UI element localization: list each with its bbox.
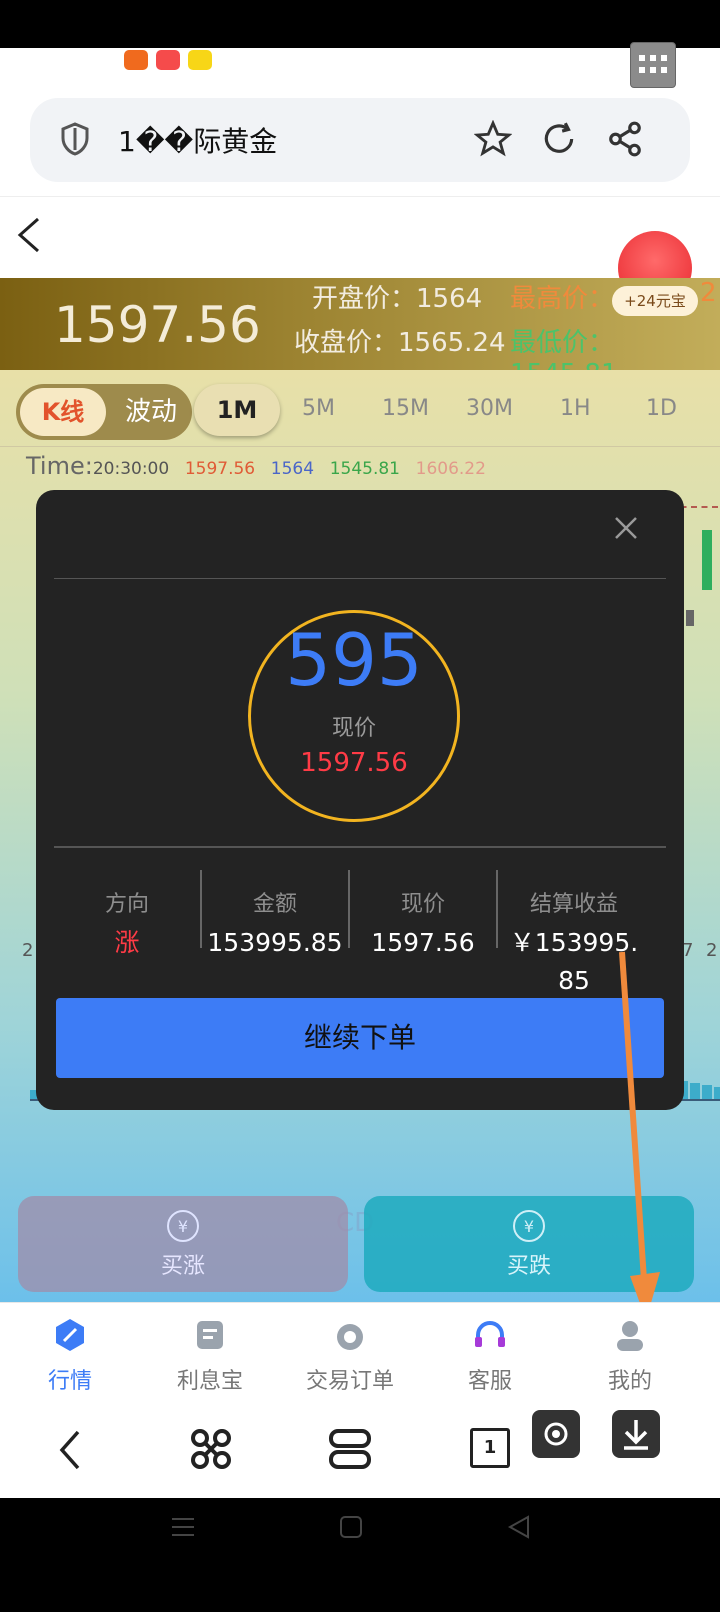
nav-label: 交易订单 bbox=[305, 1369, 394, 1394]
shortcuts-icon[interactable] bbox=[190, 1428, 232, 1470]
price-label: 现价 bbox=[331, 716, 376, 741]
close-price: 收盘价：1565.24 bbox=[294, 328, 506, 358]
timeframe-5m[interactable]: 5M bbox=[302, 396, 335, 421]
svg-text:¥: ¥ bbox=[524, 1217, 534, 1236]
nav-label: 利息宝 bbox=[176, 1369, 243, 1394]
divider bbox=[496, 870, 498, 948]
order-result-dialog: 595 现价 1597.56 方向 涨 金额 153995.85 现价 1597… bbox=[36, 490, 684, 1110]
annotation-arrow bbox=[619, 951, 660, 1320]
status-bar bbox=[0, 0, 720, 48]
bottom-nav: 行情 利息宝 交易订单 客服 我的 bbox=[0, 1302, 720, 1405]
high-price-label: 最高价： bbox=[510, 284, 615, 314]
browser-toolbar: 1 bbox=[0, 1404, 720, 1498]
yuan-up-icon: ¥ bbox=[167, 1210, 199, 1242]
divider bbox=[0, 446, 720, 447]
amount-cell: 金额 153995.85 bbox=[200, 886, 350, 962]
price-band: 1597.56 开盘价：1564 最高价： 收盘价：1565.24 最低价：15… bbox=[0, 278, 720, 389]
nav-item-support[interactable]: 客服 bbox=[430, 1317, 550, 1395]
countdown-value: 595 bbox=[285, 618, 423, 702]
nav-item-me[interactable]: 我的 bbox=[570, 1317, 690, 1395]
volume-bar bbox=[690, 1083, 700, 1100]
interest-icon bbox=[197, 1321, 223, 1349]
app-icon-3 bbox=[188, 50, 212, 70]
url-text[interactable]: 1��际黄金 bbox=[118, 120, 277, 160]
yuan-down-icon: ¥ bbox=[513, 1210, 545, 1242]
nav-label: 行情 bbox=[47, 1369, 92, 1394]
axis-label-right-2: 2 bbox=[706, 940, 718, 961]
close-icon[interactable] bbox=[614, 516, 638, 540]
direction-label: 方向 bbox=[104, 892, 149, 917]
candle bbox=[702, 530, 712, 590]
nav-item-interest[interactable]: 利息宝 bbox=[150, 1317, 270, 1395]
tabs-count[interactable]: 1 bbox=[470, 1428, 510, 1468]
url-bar[interactable]: 1��际黄金 bbox=[30, 98, 690, 182]
nav-item-market[interactable]: 行情 bbox=[10, 1317, 130, 1395]
svg-text:¥: ¥ bbox=[178, 1217, 188, 1236]
amount-value: 153995.85 bbox=[207, 928, 343, 957]
open-price: 开盘价：1564 bbox=[312, 284, 483, 314]
recents-icon[interactable] bbox=[170, 1514, 196, 1540]
buy-up-button[interactable]: ¥ 买涨 bbox=[18, 1196, 348, 1292]
back-icon[interactable] bbox=[58, 1430, 82, 1470]
download-icon[interactable] bbox=[612, 1410, 660, 1458]
continue-order-button[interactable]: 继续下单 bbox=[56, 998, 664, 1078]
menu-icon[interactable] bbox=[328, 1428, 372, 1470]
volume-bar bbox=[714, 1087, 720, 1100]
divider bbox=[54, 846, 666, 848]
candle bbox=[686, 610, 694, 626]
promo-badge[interactable]: +24元宝 bbox=[612, 286, 698, 316]
promo-overflow-digit: 2 bbox=[700, 278, 717, 308]
buy-down-label: 买跌 bbox=[506, 1254, 551, 1279]
settlement-label: 结算收益 bbox=[529, 892, 618, 917]
amount-label: 金额 bbox=[252, 892, 297, 917]
share-icon[interactable] bbox=[606, 120, 644, 158]
apps-grid-icon[interactable] bbox=[630, 42, 676, 88]
current-price-cell: 现价 1597.56 bbox=[348, 886, 498, 962]
nav-item-orders[interactable]: 交易订单 bbox=[290, 1317, 410, 1395]
kline-tab[interactable]: K线 bbox=[20, 388, 106, 436]
browser-header: 1��际黄金 bbox=[0, 42, 720, 196]
current-price: 1597.56 bbox=[54, 296, 261, 354]
page-header bbox=[0, 196, 720, 305]
reload-icon[interactable] bbox=[540, 120, 578, 158]
buy-up-label: 买涨 bbox=[160, 1254, 205, 1279]
timeframe-30m[interactable]: 30M bbox=[466, 396, 513, 421]
price-value: 1597.56 bbox=[300, 748, 408, 778]
market-icon bbox=[56, 1319, 84, 1351]
user-icon bbox=[617, 1321, 643, 1351]
star-icon[interactable] bbox=[474, 120, 512, 158]
home-icon[interactable] bbox=[338, 1514, 364, 1540]
system-nav-bar bbox=[0, 1498, 720, 1612]
back-icon[interactable] bbox=[16, 217, 42, 253]
notification-icons bbox=[124, 50, 212, 70]
app-icon-2 bbox=[156, 50, 180, 70]
volume-bar bbox=[702, 1085, 712, 1100]
divider bbox=[54, 578, 666, 579]
app-icon-1 bbox=[124, 50, 148, 70]
time-readout: Time:20:30:00 1597.56 1564 1545.81 1606.… bbox=[26, 452, 486, 480]
settings-icon[interactable] bbox=[532, 1410, 580, 1458]
timeframe-1m[interactable]: 1M bbox=[194, 384, 280, 436]
nav-label: 我的 bbox=[607, 1369, 652, 1394]
chart-mode-switch: K线 波动 bbox=[16, 384, 192, 440]
direction-value: 涨 bbox=[114, 928, 140, 957]
direction-cell: 方向 涨 bbox=[52, 886, 202, 962]
back-icon[interactable] bbox=[506, 1514, 532, 1540]
axis-label-left: 2 bbox=[22, 940, 34, 961]
headset-icon bbox=[475, 1321, 505, 1347]
timeframe-15m[interactable]: 15M bbox=[382, 396, 429, 421]
wave-tab[interactable]: 波动 bbox=[116, 388, 186, 436]
current-price-label: 现价 bbox=[400, 892, 445, 917]
timeframe-1h[interactable]: 1H bbox=[560, 396, 591, 421]
shield-icon bbox=[61, 122, 89, 156]
current-price-value: 1597.56 bbox=[371, 928, 475, 957]
timeframe-1d[interactable]: 1D bbox=[646, 396, 677, 421]
nav-label: 客服 bbox=[467, 1369, 512, 1394]
orders-icon bbox=[337, 1324, 363, 1350]
